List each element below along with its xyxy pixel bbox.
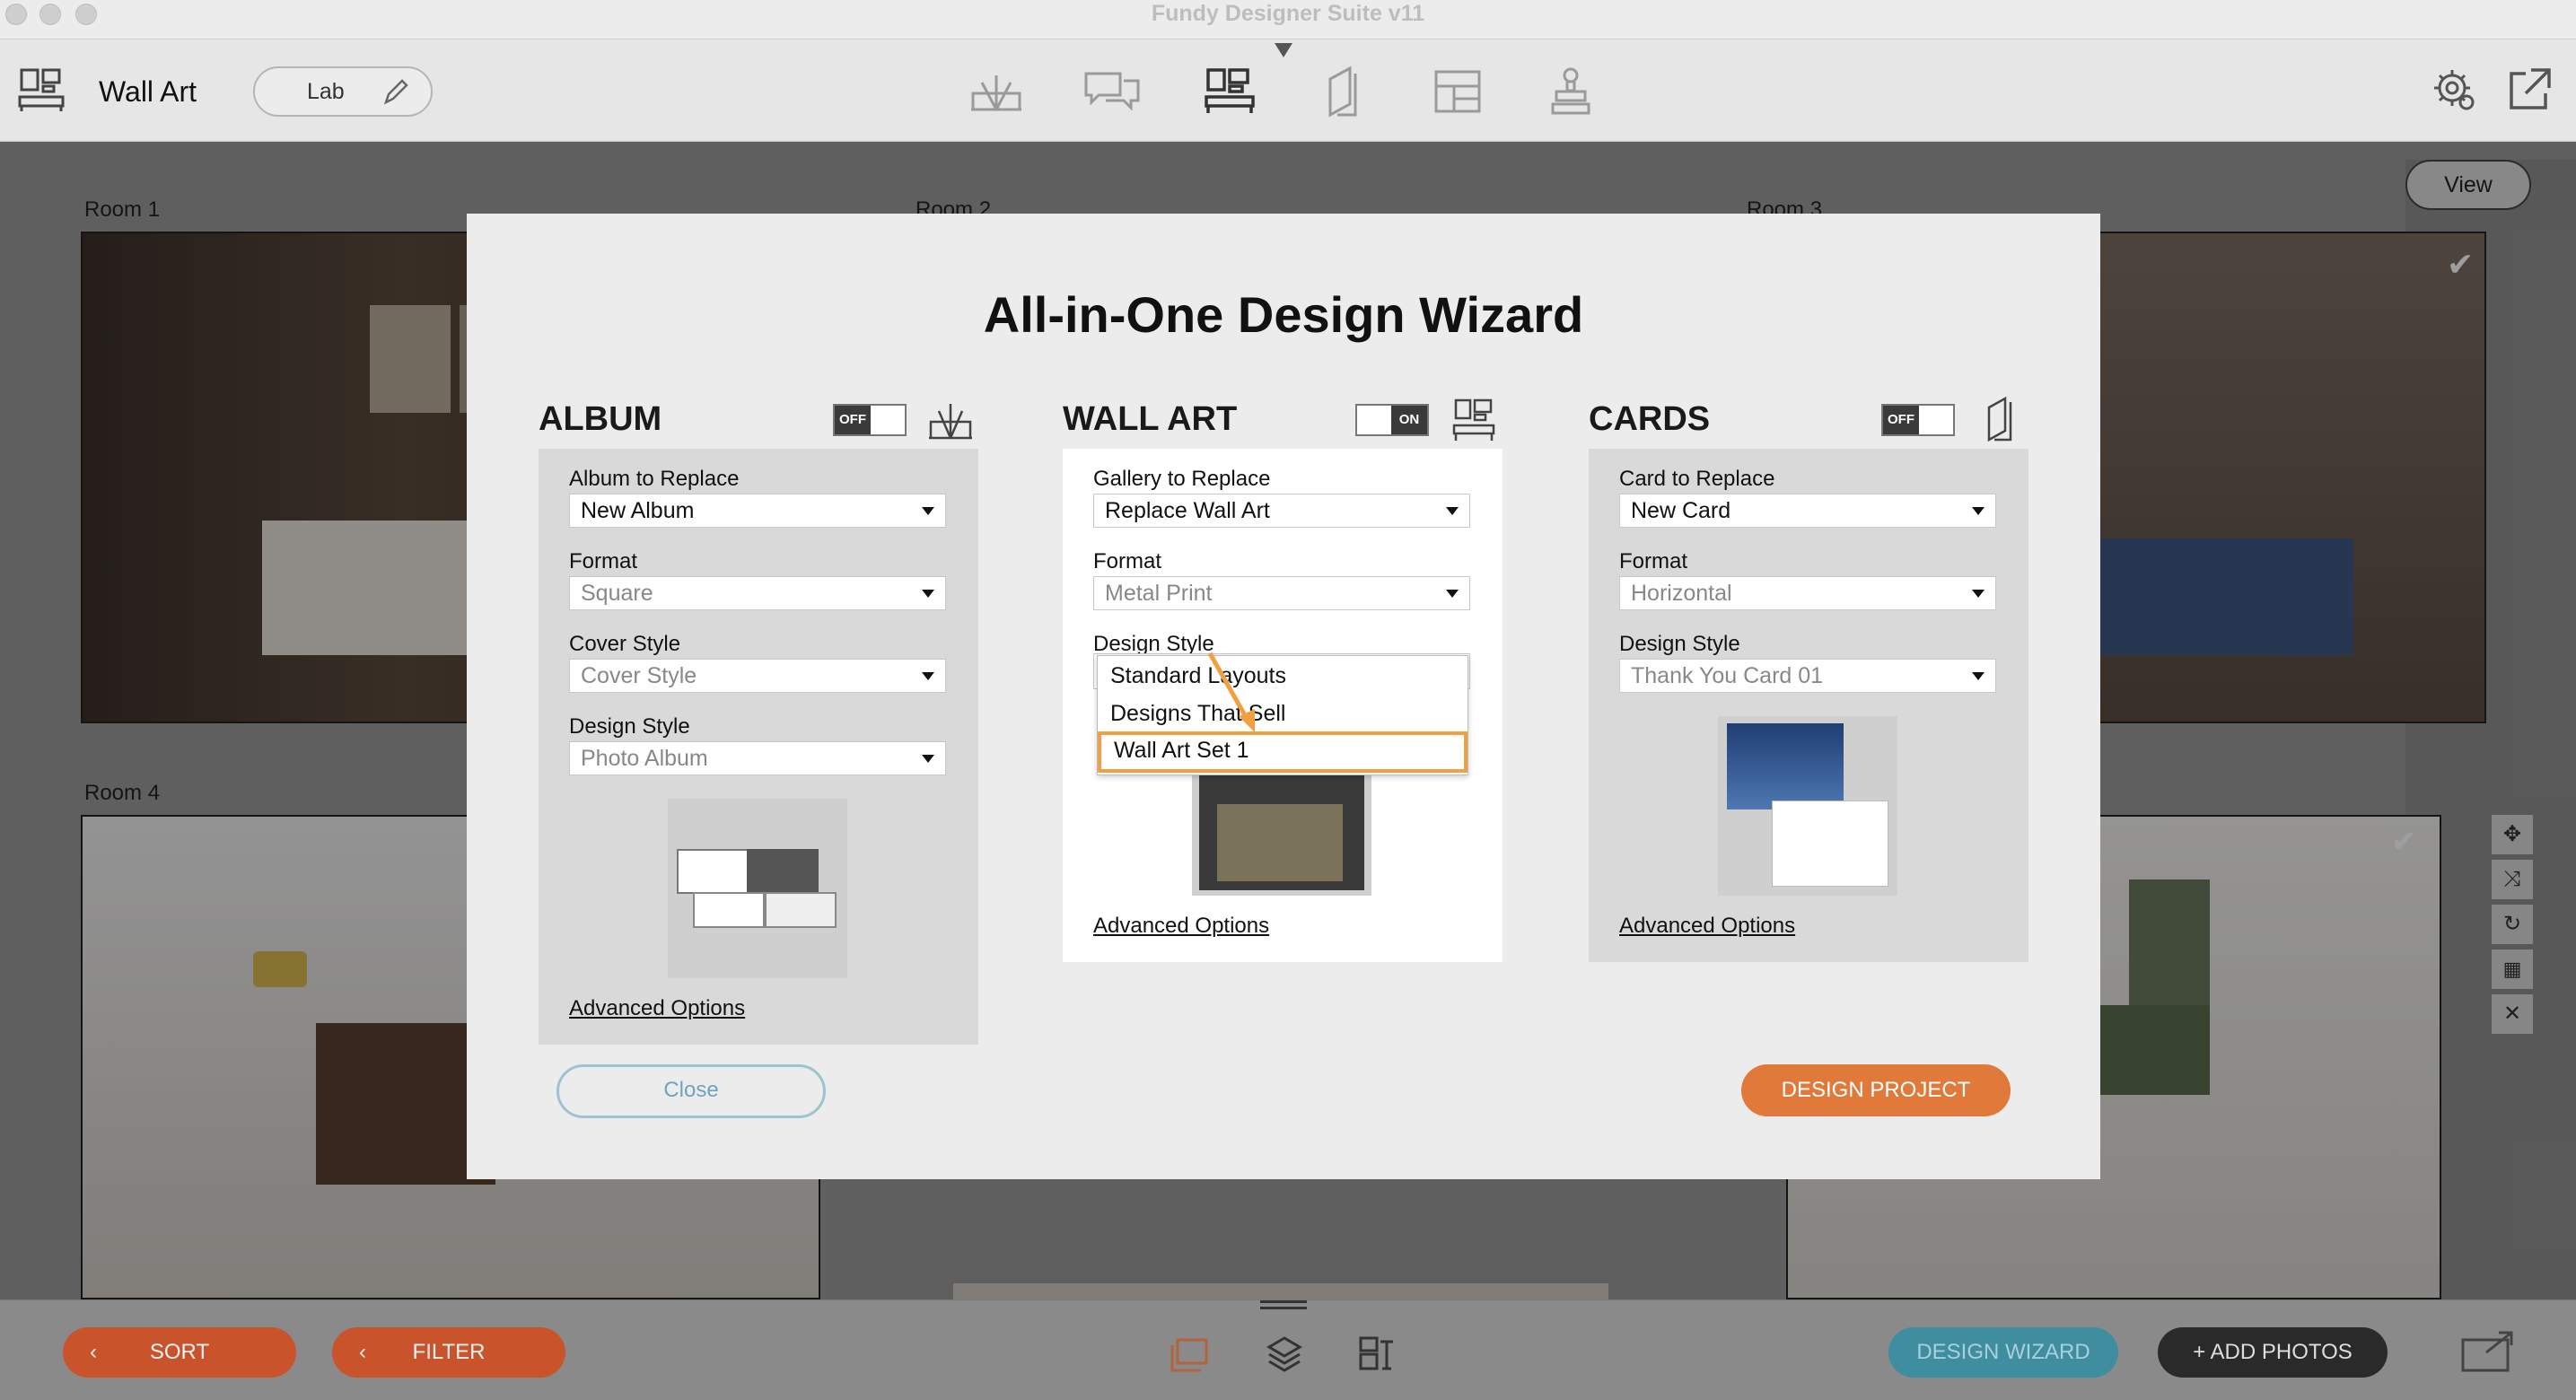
lab-label: Lab (307, 79, 345, 104)
album-design-style-select[interactable]: Photo Album (569, 741, 946, 775)
album-icon (926, 398, 975, 442)
filter-label: FILTER (412, 1340, 486, 1364)
field-label: Format (1619, 549, 1688, 573)
design-project-button[interactable]: DESIGN PROJECT (1741, 1064, 2011, 1116)
card-preview-thumbnail (1718, 716, 1897, 896)
chevron-left-icon: ‹ (90, 1340, 97, 1364)
field-label: Format (1093, 549, 1162, 573)
title-bar: Fundy Designer Suite v11 (0, 0, 2576, 39)
wall-art-icon (1450, 397, 1497, 443)
album-to-replace-select[interactable]: New Album (569, 494, 946, 528)
album-panel: Album to Replace New Album Format Square… (539, 449, 978, 1045)
dropdown-option-selected[interactable]: Wall Art Set 1 (1098, 731, 1468, 773)
field-label: Card to Replace (1619, 467, 1775, 491)
field-label: Gallery to Replace (1093, 467, 1271, 491)
card-to-replace-select[interactable]: New Card (1619, 494, 1996, 528)
export-icon[interactable] (2459, 1327, 2519, 1374)
frame-layout-icon[interactable] (1357, 1334, 1397, 1372)
photos-stack-icon[interactable] (1169, 1336, 1210, 1374)
layout-mode-icon[interactable] (1433, 68, 1490, 126)
wall-art-advanced-options-link[interactable]: Advanced Options (1093, 914, 1269, 939)
main-toolbar: Wall Art Lab (0, 39, 2576, 142)
dropdown-option[interactable]: Designs That Sell (1098, 696, 1468, 731)
sort-button[interactable]: ‹ SORT (63, 1327, 296, 1378)
dialog-title: All-in-One Design Wizard (983, 286, 1584, 343)
card-design-style-select[interactable]: Thank You Card 01 (1619, 659, 1996, 693)
add-photos-button[interactable]: + ADD PHOTOS (2158, 1327, 2388, 1378)
sort-label: SORT (149, 1340, 210, 1364)
proofing-chat-icon[interactable] (1082, 68, 1140, 126)
cards-toggle[interactable]: OFF (1881, 404, 1955, 436)
pencil-icon[interactable] (381, 77, 409, 108)
section-title: Wall Art (99, 75, 197, 108)
cards-panel: Card to Replace New Card Format Horizont… (1589, 449, 2028, 962)
gallery-to-replace-select[interactable]: Replace Wall Art (1093, 494, 1470, 528)
cards-title: CARDS (1589, 400, 1711, 438)
toggle-state: OFF (835, 406, 871, 434)
design-style-dropdown: Standard Layouts Designs That Sell Wall … (1097, 655, 1468, 775)
stamp-tool-icon[interactable] (1549, 65, 1607, 122)
window-title: Fundy Designer Suite v11 (1151, 1, 1425, 26)
album-toggle[interactable]: OFF (833, 404, 907, 436)
album-mode-icon[interactable] (968, 66, 1025, 124)
settings-gear-icon[interactable] (2432, 68, 2477, 113)
current-mode-indicator (1275, 43, 1292, 57)
bottom-bar: ‹ SORT ‹ FILTER DESIGN WIZARD + ADD PHOT… (0, 1299, 2576, 1400)
album-format-select[interactable]: Square (569, 576, 946, 610)
design-wizard-dialog: All-in-One Design Wizard ALBUM OFF Album… (467, 214, 2100, 1179)
wall-art-mode-icon[interactable] (1203, 66, 1260, 124)
wall-art-preview-thumbnail (1192, 770, 1371, 896)
annotation-arrow-icon (1203, 644, 1266, 743)
wall-art-icon (16, 66, 66, 113)
field-label: Format (569, 549, 638, 573)
design-wizard-button[interactable]: DESIGN WIZARD (1888, 1327, 2118, 1378)
card-format-select[interactable]: Horizontal (1619, 576, 1996, 610)
album-title: ALBUM (539, 400, 662, 438)
cards-advanced-options-link[interactable]: Advanced Options (1619, 914, 1795, 939)
wall-art-toggle[interactable]: ON (1355, 404, 1429, 436)
wall-art-format-select[interactable]: Metal Print (1093, 576, 1470, 610)
dropdown-option[interactable]: Standard Layouts (1098, 658, 1468, 694)
external-window-icon[interactable] (2506, 66, 2553, 113)
album-advanced-options-link[interactable]: Advanced Options (569, 996, 745, 1021)
toggle-state: OFF (1883, 406, 1919, 434)
drag-handle[interactable] (1260, 1300, 1307, 1309)
cards-mode-icon[interactable] (1319, 65, 1377, 122)
chevron-left-icon: ‹ (359, 1340, 366, 1364)
field-label: Cover Style (569, 632, 681, 656)
cards-icon (1982, 395, 2018, 443)
wall-art-title: WALL ART (1063, 400, 1238, 438)
field-label: Design Style (569, 714, 690, 739)
layers-icon[interactable] (1266, 1334, 1303, 1372)
lab-button[interactable]: Lab (253, 66, 433, 117)
toggle-state: ON (1391, 406, 1427, 434)
close-button[interactable]: Close (556, 1064, 826, 1118)
field-label: Album to Replace (569, 467, 740, 491)
field-label: Design Style (1619, 632, 1740, 656)
cover-style-select[interactable]: Cover Style (569, 659, 946, 693)
filter-button[interactable]: ‹ FILTER (332, 1327, 565, 1378)
album-preview-thumbnail (668, 799, 847, 978)
